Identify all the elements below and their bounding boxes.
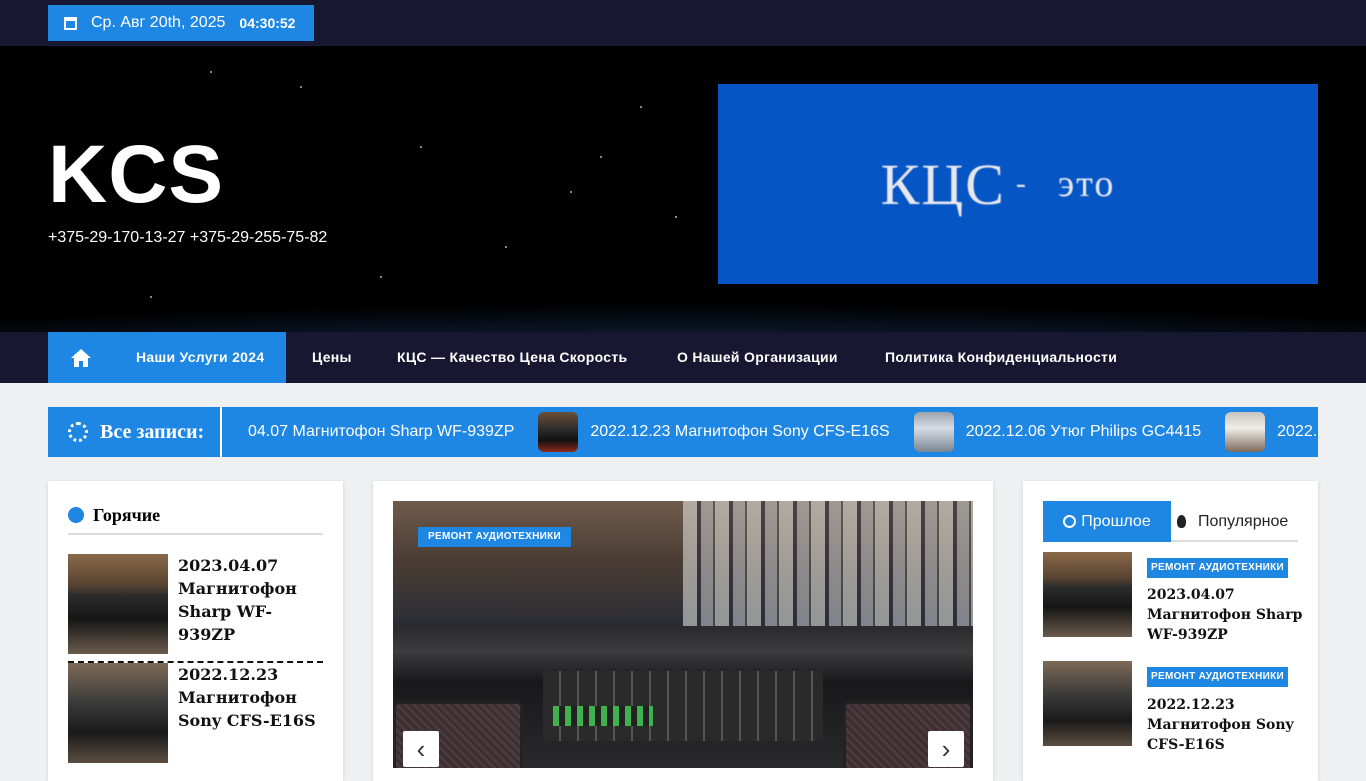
hot-posts-widget: Горячие 2023.04.07 Магнитофон Sharp WF-9… (48, 481, 343, 781)
ticker-thumbnail[interactable] (1225, 412, 1266, 452)
nav-home-button[interactable] (48, 332, 114, 383)
nav-item-privacy[interactable]: Политика Конфиденциальности (885, 332, 1117, 383)
banner-dash: - (1015, 167, 1028, 200)
current-time: 04:30:52 (239, 15, 296, 31)
tab-popular[interactable]: Популярное (1175, 501, 1288, 542)
sidebar-post-thumbnail[interactable] (1043, 552, 1132, 637)
news-ticker: Все записи: 04.07 Магнитофон Sharp WF-93… (48, 407, 1318, 457)
hot-post-thumbnail[interactable] (68, 663, 168, 763)
tab-bar: Прошлое Популярное (1043, 501, 1298, 542)
hot-post-title[interactable]: 2023.04.07 Магнитофон Sharp WF-939ZP (178, 554, 323, 646)
ticker-item[interactable]: 2022.12.23 Магнитофон Sony CFS-E16S (590, 423, 889, 441)
tab-recent-label: Прошлое (1081, 512, 1151, 530)
main-navigation: Наши Услуги 2024 Цены КЦС — Качество Цен… (0, 332, 1366, 383)
nav-item-prices[interactable]: Цены (312, 332, 352, 383)
slide-background (683, 501, 973, 641)
bullet-icon (68, 507, 84, 523)
ticker-thumbnail[interactable] (538, 412, 579, 452)
slider-next-button[interactable]: › (928, 731, 964, 767)
hot-posts-heading: Горячие (68, 505, 323, 535)
site-title[interactable]: KCS (48, 128, 224, 222)
home-icon (71, 348, 91, 367)
nav-item-kcs-quality[interactable]: КЦС — Качество Цена Скорость (397, 332, 627, 383)
slide-category-badge[interactable]: РЕМОНТ АУДИОТЕХНИКИ (418, 527, 572, 547)
ticker-item[interactable]: 2022. (1277, 423, 1317, 441)
recent-popular-widget: Прошлое Популярное РЕМОНТ АУДИОТЕХНИКИ 2… (1023, 481, 1318, 781)
ticker-item[interactable]: 2022.12.06 Утюг Philips GC4415 (966, 423, 1201, 441)
slide-detail (553, 706, 653, 726)
current-date: Ср. Авг 20th, 2025 (91, 14, 226, 31)
nav-item-about[interactable]: О Нашей Организации (677, 332, 838, 383)
top-bar: Ср. Авг 20th, 2025 04:30:52 (0, 0, 1366, 46)
date-time-box: Ср. Авг 20th, 2025 04:30:52 (48, 5, 314, 41)
sidebar-post-title[interactable]: 2022.12.23 Магнитофон Sony CFS-E16S (1147, 695, 1307, 755)
ticker-item[interactable]: 04.07 Магнитофон Sharp WF-939ZP (248, 423, 514, 441)
sidebar-post-thumbnail[interactable] (1043, 661, 1132, 746)
ticker-label: Все записи: (48, 407, 222, 457)
site-description: +375-29-170-13-27 +375-29-255-75-82 (48, 229, 328, 246)
sidebar-post-category[interactable]: РЕМОНТ АУДИОТЕХНИКИ (1147, 558, 1289, 578)
tab-recent[interactable]: Прошлое (1043, 501, 1171, 542)
calendar-icon (64, 16, 77, 30)
site-header: KCS +375-29-170-13-27 +375-29-255-75-82 … (0, 46, 1366, 332)
hot-post-title[interactable]: 2022.12.23 Магнитофон Sony CFS-E16S (178, 663, 323, 732)
ticker-label-text: Все записи: (100, 420, 205, 443)
hot-post-thumbnail[interactable] (68, 554, 168, 654)
banner-word-kcs: КЦС (880, 151, 1006, 217)
nav-item-services-2024[interactable]: Наши Услуги 2024 (114, 332, 287, 383)
ticker-track: 04.07 Магнитофон Sharp WF-939ZP 2022.12.… (248, 407, 1317, 457)
clock-icon (1063, 515, 1077, 528)
spinner-icon (68, 422, 88, 442)
header-banner[interactable]: КЦС - это (718, 84, 1318, 284)
ticker-thumbnail[interactable] (913, 412, 954, 452)
hot-posts-title: Горячие (93, 505, 161, 525)
sidebar-post-category[interactable]: РЕМОНТ АУДИОТЕХНИКИ (1147, 667, 1289, 687)
sidebar-post-title[interactable]: 2023.04.07 Магнитофон Sharp WF-939ZP (1147, 585, 1307, 645)
featured-slider-panel: РЕМОНТ АУДИОТЕХНИКИ ‹ › (373, 481, 993, 781)
fire-icon (1177, 515, 1186, 528)
banner-word-eto: это (1057, 163, 1116, 205)
featured-slider-image[interactable]: РЕМОНТ АУДИОТЕХНИКИ ‹ › (393, 501, 973, 768)
slider-prev-button[interactable]: ‹ (403, 731, 439, 767)
tab-popular-label: Популярное (1198, 512, 1289, 530)
